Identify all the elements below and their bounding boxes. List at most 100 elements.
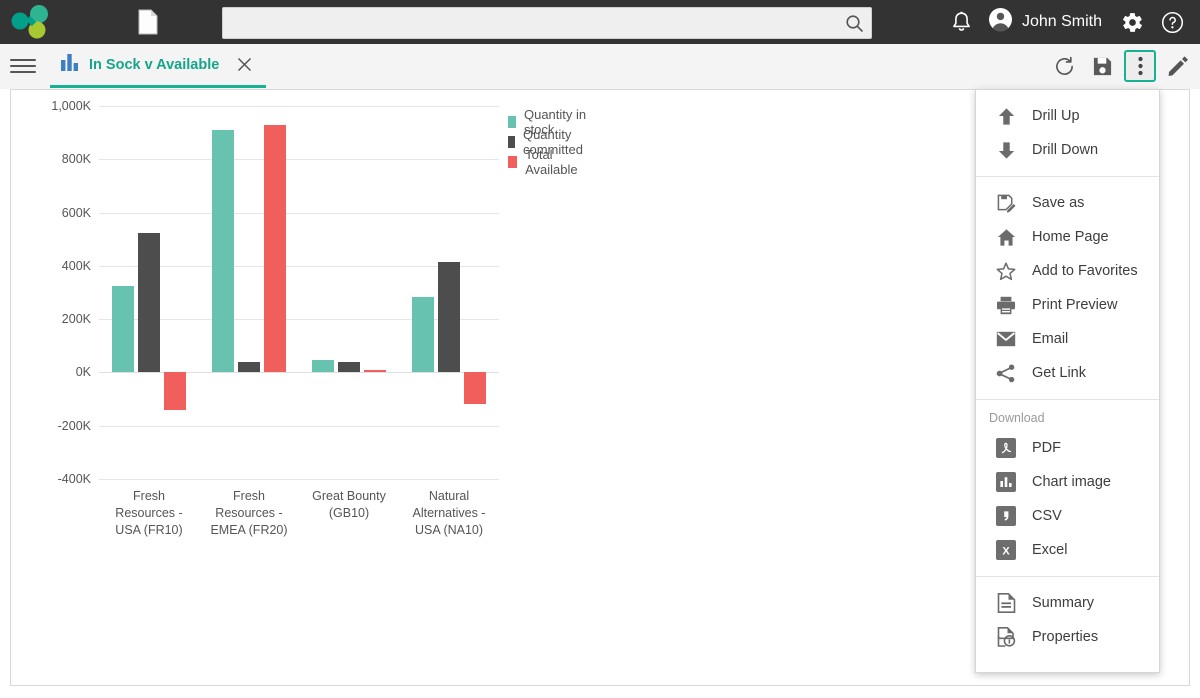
hamburger-line xyxy=(10,65,36,67)
user-name-label: John Smith xyxy=(1022,13,1102,31)
bar-stock[interactable] xyxy=(412,297,434,372)
x-axis-label-line: EMEA (FR20) xyxy=(199,522,299,539)
arrow-up-icon xyxy=(996,106,1016,126)
menu-section: DownloadPDFChart imageCSVXExcel xyxy=(976,399,1159,576)
menu-item-label: Excel xyxy=(1032,542,1067,558)
y-axis-tick-label: 1,000K xyxy=(51,99,91,113)
y-axis-tick-label: -200K xyxy=(58,419,91,433)
menu-item-label: Home Page xyxy=(1032,229,1109,245)
menu-item-csv[interactable]: CSV xyxy=(976,499,1159,533)
bar-group xyxy=(199,106,299,479)
arrow-down-icon xyxy=(996,140,1016,160)
star-outline-icon xyxy=(996,261,1016,281)
x-axis-category-label: FreshResources -EMEA (FR20) xyxy=(199,488,299,539)
x-axis-category-label: FreshResources -USA (FR10) xyxy=(99,488,199,539)
tab-toolbar: In Sock v Available xyxy=(0,44,1200,90)
bar-stock[interactable] xyxy=(112,286,134,373)
legend-item[interactable]: Total Available xyxy=(508,152,588,172)
menu-item-get-link[interactable]: Get Link xyxy=(976,356,1159,390)
bell-icon xyxy=(951,11,972,33)
legend-color-swatch xyxy=(508,156,517,168)
x-axis-label-line: Resources - xyxy=(99,505,199,522)
menu-item-email[interactable]: Email xyxy=(976,322,1159,356)
refresh-button[interactable] xyxy=(1048,50,1080,82)
document-icon[interactable] xyxy=(110,0,186,44)
menu-item-pdf[interactable]: PDF xyxy=(976,431,1159,465)
x-axis-label-line: (GB10) xyxy=(299,505,399,522)
menu-item-print-preview[interactable]: Print Preview xyxy=(976,288,1159,322)
bar-group xyxy=(99,106,199,479)
document-page-icon xyxy=(137,9,159,35)
bar-available[interactable] xyxy=(264,125,286,373)
bar-available[interactable] xyxy=(364,370,386,373)
hamburger-menu-icon[interactable] xyxy=(10,55,36,77)
home-icon xyxy=(996,227,1016,247)
top-navigation-bar: John Smith xyxy=(0,0,1200,44)
printer-icon xyxy=(996,295,1016,315)
menu-section-title: Download xyxy=(976,409,1159,431)
y-axis-tick-label: 200K xyxy=(62,312,91,326)
edit-button[interactable] xyxy=(1162,50,1194,82)
refresh-icon xyxy=(1054,56,1075,77)
bar-group xyxy=(299,106,399,479)
y-axis-tick-label: -400K xyxy=(58,472,91,486)
app-logo[interactable] xyxy=(0,0,62,44)
close-x-icon[interactable] xyxy=(234,55,254,75)
menu-item-chart-image[interactable]: Chart image xyxy=(976,465,1159,499)
menu-item-drill-down[interactable]: Drill Down xyxy=(976,133,1159,167)
settings-gear-icon[interactable] xyxy=(1112,0,1152,44)
app-logo-icon xyxy=(9,5,53,39)
x-axis-label-line: USA (NA10) xyxy=(399,522,499,539)
x-axis-label-line: Fresh xyxy=(99,488,199,505)
envelope-icon xyxy=(996,329,1016,349)
bar-committed[interactable] xyxy=(338,362,360,372)
user-menu[interactable]: John Smith xyxy=(984,0,1112,44)
bar-available[interactable] xyxy=(164,372,186,410)
application-window: John Smith xyxy=(0,0,1200,698)
bar-group xyxy=(399,106,499,479)
bar-stock[interactable] xyxy=(312,360,334,373)
menu-item-excel[interactable]: XExcel xyxy=(976,533,1159,567)
menu-item-add-to-favorites[interactable]: Add to Favorites xyxy=(976,254,1159,288)
x-axis-category-label: NaturalAlternatives -USA (NA10) xyxy=(399,488,499,539)
menu-item-label: Save as xyxy=(1032,195,1084,211)
menu-item-home-page[interactable]: Home Page xyxy=(976,220,1159,254)
tab-in-stock-v-available[interactable]: In Sock v Available xyxy=(50,44,266,88)
gridline: -400K xyxy=(99,479,499,480)
x-axis-label-line: Great Bounty xyxy=(299,488,399,505)
bar-committed[interactable] xyxy=(438,262,460,373)
menu-item-label: Drill Up xyxy=(1032,108,1080,124)
x-axis-label-line: Alternatives - xyxy=(399,505,499,522)
more-options-button[interactable] xyxy=(1124,50,1156,82)
menu-section: SummaryProperties xyxy=(976,576,1159,663)
y-axis-tick-label: 600K xyxy=(62,206,91,220)
menu-section: Drill Up Drill Down xyxy=(976,90,1159,176)
global-search-box[interactable] xyxy=(222,7,872,39)
search-icon[interactable] xyxy=(837,9,871,37)
x-axis-label-line: Natural xyxy=(399,488,499,505)
chart-legend: Quantity in stockQuantity committedTotal… xyxy=(508,112,588,172)
pencil-edit-icon xyxy=(1167,55,1189,77)
bar-available[interactable] xyxy=(464,372,486,403)
menu-item-save-as[interactable]: Save as xyxy=(976,186,1159,220)
bar-chart-icon xyxy=(60,53,80,76)
menu-item-properties[interactable]: Properties xyxy=(976,620,1159,654)
help-question-icon[interactable] xyxy=(1152,0,1192,44)
pdf-file-icon xyxy=(996,438,1016,458)
notification-bell-icon[interactable] xyxy=(940,0,984,44)
menu-section: Save as Home Page Add to Favorites Print Pr… xyxy=(976,176,1159,399)
bar-committed[interactable] xyxy=(138,233,160,373)
bar-committed[interactable] xyxy=(238,362,260,373)
menu-item-summary[interactable]: Summary xyxy=(976,586,1159,620)
chart-plot-area: 1,000K800K600K400K200K0K-200K-400KFreshR… xyxy=(99,106,499,479)
hamburger-line xyxy=(10,59,36,61)
search-input[interactable] xyxy=(223,9,837,37)
menu-item-drill-up[interactable]: Drill Up xyxy=(976,99,1159,133)
menu-item-label: Print Preview xyxy=(1032,297,1117,313)
save-button[interactable] xyxy=(1086,50,1118,82)
menu-item-label: Get Link xyxy=(1032,365,1086,381)
bar-stock[interactable] xyxy=(212,130,234,372)
legend-color-swatch xyxy=(508,136,515,148)
x-axis-label-line: Resources - xyxy=(199,505,299,522)
menu-item-label: Add to Favorites xyxy=(1032,263,1138,279)
